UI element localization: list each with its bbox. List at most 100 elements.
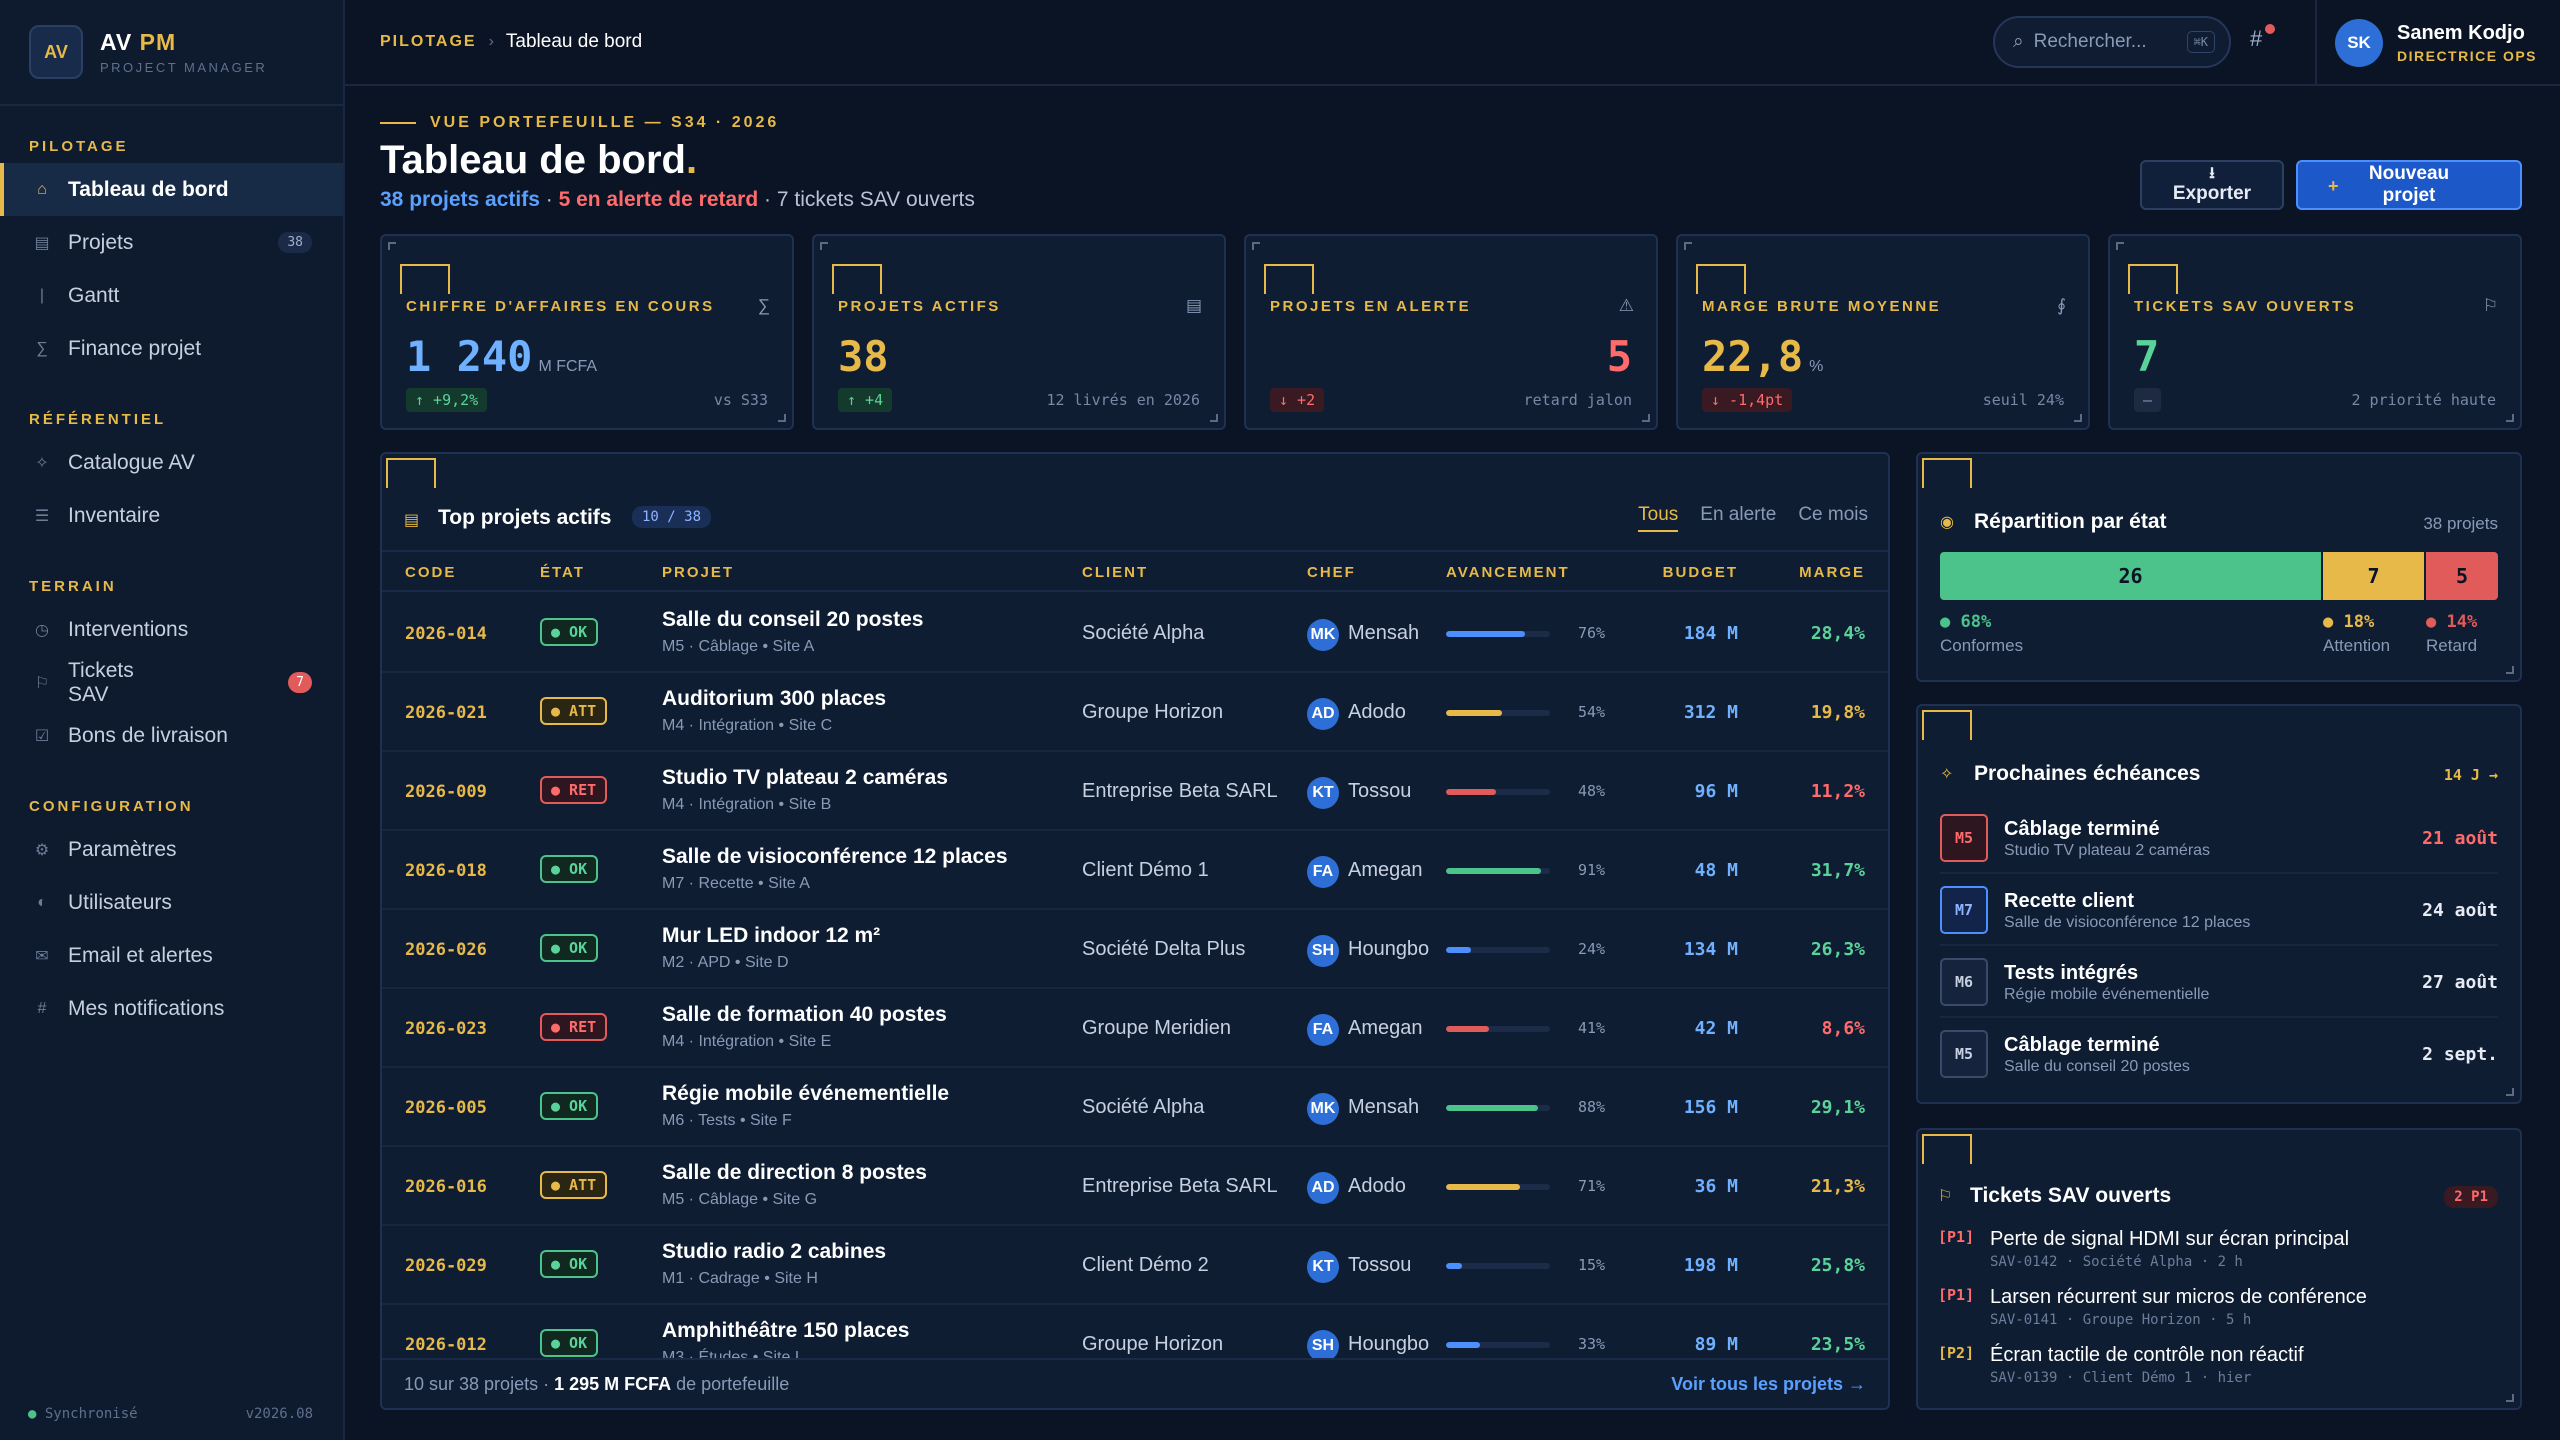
sidebar-item-label: Finance projet <box>68 336 202 360</box>
progress-value: 33% <box>1578 1335 1606 1353</box>
deadline-item[interactable]: M7 Recette client Salle de visioconférence… <box>1940 874 2498 946</box>
project-name[interactable]: Salle du conseil 20 postes <box>662 608 923 632</box>
table-row[interactable]: 2026-005 ● OK Régie mobile événementielle M… <box>382 1068 1888 1147</box>
table-row[interactable]: 2026-016 ● ATT Salle de direction 8 postes… <box>382 1147 1888 1226</box>
search-input[interactable]: Rechercher... <box>2034 31 2147 53</box>
new-project-button[interactable]: + Nouveau projet <box>2296 160 2522 210</box>
kpi-value: 5 <box>1606 332 1632 381</box>
project-name[interactable]: Salle de formation 40 postes <box>662 1003 947 1027</box>
sidebar-item-tableau-de-bord[interactable]: ⌂ Tableau de bord <box>0 163 343 216</box>
sidebar-item-gantt[interactable]: | Gantt <box>0 269 343 322</box>
column-header[interactable]: PROJET <box>662 564 734 581</box>
tab-ce-mois[interactable]: Ce mois <box>1798 504 1868 532</box>
status-badge: ● OK <box>540 934 599 962</box>
column-header[interactable]: CODE <box>405 564 456 581</box>
projects-tabs: Tous En alerte Ce mois <box>1638 504 1868 532</box>
repartition-title: Répartition par état <box>1974 510 2167 533</box>
catalog-icon: ✧ <box>35 454 49 472</box>
sav-ticket[interactable]: [P2] Écran tactile de contrôle non réacti… <box>1938 1344 2500 1402</box>
sidebar-item-inventaire[interactable]: ☰ Inventaire <box>0 489 343 542</box>
distribution-segment[interactable]: 5 <box>2426 552 2498 600</box>
brand-name: AV PM <box>100 29 177 55</box>
sidebar-item-label: Interventions <box>68 617 189 641</box>
column-header[interactable]: BUDGET <box>1663 564 1738 581</box>
table-row[interactable]: 2026-009 ● RET Studio TV plateau 2 caméras… <box>382 752 1888 831</box>
table-row[interactable]: 2026-018 ● OK Salle de visioconférence 12 … <box>382 831 1888 910</box>
sidebar-item-email-et-alertes[interactable]: ✉ Email et alertes <box>0 929 343 982</box>
progress-fill <box>1446 1105 1538 1111</box>
flag-icon: ⚐ <box>2482 296 2498 315</box>
sidebar-item-interventions[interactable]: ◷ Interventions <box>0 603 343 656</box>
project-manager: Houngbo <box>1348 938 1430 960</box>
view-all-projects-link[interactable]: Voir tous les projets → <box>1671 1374 1866 1395</box>
project-name[interactable]: Mur LED indoor 12 m² <box>662 924 880 948</box>
breadcrumb-section[interactable]: PILOTAGE <box>380 33 477 51</box>
project-client: Société Delta Plus <box>1082 938 1246 960</box>
kpi-note: retard jalon <box>1523 391 1632 409</box>
distribution-segment[interactable]: 7 <box>2323 552 2424 600</box>
sidebar-item-tickets-sav[interactable]: ⚐ Tickets SAV 7 <box>0 656 343 709</box>
project-name[interactable]: Régie mobile événementielle <box>662 1082 949 1106</box>
nav-section-title: TERRAIN <box>29 578 117 595</box>
deadline-item[interactable]: M5 Câblage terminé Salle du conseil 20 pos… <box>1940 1018 2498 1090</box>
tab-en-alerte[interactable]: En alerte <box>1700 504 1776 532</box>
ticket-title: Perte de signal HDMI sur écran principal <box>1990 1228 2350 1250</box>
table-row[interactable]: 2026-029 ● OK Studio radio 2 cabines M1 · C… <box>382 1226 1888 1305</box>
sav-ticket[interactable]: [P1] Larsen récurrent sur micros de confé… <box>1938 1286 2500 1344</box>
sidebar-item-utilisateurs[interactable]: ◐ Utilisateurs <box>0 876 343 929</box>
table-row[interactable]: 2026-023 ● RET Salle de formation 40 poste… <box>382 989 1888 1068</box>
project-name[interactable]: Studio TV plateau 2 caméras <box>662 766 948 790</box>
project-code: 2026-005 <box>405 1098 487 1118</box>
distribution-segment[interactable]: 26 <box>1940 552 2321 600</box>
project-name[interactable]: Amphithéâtre 150 places <box>662 1319 909 1343</box>
search-box[interactable]: ⌕ Rechercher... ⌘K <box>1993 16 2231 68</box>
table-row[interactable]: 2026-021 ● ATT Auditorium 300 places M4 · I… <box>382 673 1888 752</box>
project-name[interactable]: Auditorium 300 places <box>662 687 886 711</box>
table-row[interactable]: 2026-014 ● OK Salle du conseil 20 postes M5… <box>382 594 1888 673</box>
home-icon: ⌂ <box>37 180 47 198</box>
project-budget: 42 M <box>1694 1018 1738 1039</box>
kpi-note: 2 priorité haute <box>2351 391 2497 409</box>
project-name[interactable]: Studio radio 2 cabines <box>662 1240 886 1264</box>
table-row[interactable]: 2026-026 ● OK Mur LED indoor 12 m² M2 · APD… <box>382 910 1888 989</box>
sidebar-item-projets[interactable]: ▤ Projets 38 <box>0 216 343 269</box>
column-header[interactable]: MARGE <box>1799 564 1865 581</box>
deadline-item[interactable]: M5 Câblage terminé Studio TV plateau 2 cam… <box>1940 802 2498 874</box>
project-budget: 89 M <box>1694 1334 1738 1355</box>
deadlines-range-link[interactable]: 14 J → <box>2444 766 2498 784</box>
flag-icon: ⚐ <box>1938 1188 1953 1205</box>
sync-status: ● Synchronisé <box>28 1406 138 1422</box>
progress-value: 54% <box>1578 703 1606 721</box>
status-badge: ● ATT <box>540 1171 608 1199</box>
kpi-card: PROJETS ACTIFS ▤ 38 ↑ +4 12 livrés en 2026 <box>812 234 1226 430</box>
project-name[interactable]: Salle de visioconférence 12 places <box>662 845 1008 869</box>
column-header[interactable]: CLIENT <box>1082 564 1148 581</box>
table-icon: ▤ <box>404 512 420 529</box>
project-name[interactable]: Salle de direction 8 postes <box>662 1161 927 1185</box>
status-badge: ● OK <box>540 1092 599 1120</box>
avatar: FA <box>1307 1014 1339 1046</box>
sidebar-item-finance-projet[interactable]: ∑ Finance projet <box>0 322 343 375</box>
sidebar: AV AV PM PROJECT MANAGER PILOTAGE ⌂ Tablea… <box>0 0 345 1440</box>
progress-bar <box>1446 1342 1550 1348</box>
sparkle-icon: ✧ <box>1940 766 1954 783</box>
brand[interactable]: AV AV PM PROJECT MANAGER <box>0 0 343 106</box>
export-button[interactable]: ⭳ Exporter <box>2140 160 2284 210</box>
sav-ticket[interactable]: [P1] Perte de signal HDMI sur écran princ… <box>1938 1228 2500 1286</box>
sidebar-item-paramètres[interactable]: ⚙ Paramètres <box>0 823 343 876</box>
deadline-item[interactable]: M6 Tests intégrés Régie mobile événementie… <box>1940 946 2498 1018</box>
kpi-value: 1 240 M FCFA <box>406 332 598 381</box>
sidebar-item-mes-notifications[interactable]: # Mes notifications <box>0 982 343 1035</box>
column-header[interactable]: ÉTAT <box>540 564 585 581</box>
tab-tous[interactable]: Tous <box>1638 504 1679 532</box>
sigma-icon: ∑ <box>757 296 770 315</box>
project-budget: 36 M <box>1694 1176 1738 1197</box>
notifications-icon[interactable]: # <box>2250 26 2262 52</box>
progress-fill <box>1446 1342 1481 1348</box>
column-header[interactable]: AVANCEMENT <box>1446 564 1570 581</box>
ticket-priority: [P1] <box>1938 1228 1975 1246</box>
sidebar-item-catalogue-av[interactable]: ✧ Catalogue AV <box>0 436 343 489</box>
user-menu[interactable]: SK Sanem Kodjo DIRECTRICE OPS <box>2315 0 2560 86</box>
sidebar-item-bons-de-livraison[interactable]: ☑ Bons de livraison <box>0 709 343 762</box>
column-header[interactable]: CHEF <box>1307 564 1356 581</box>
